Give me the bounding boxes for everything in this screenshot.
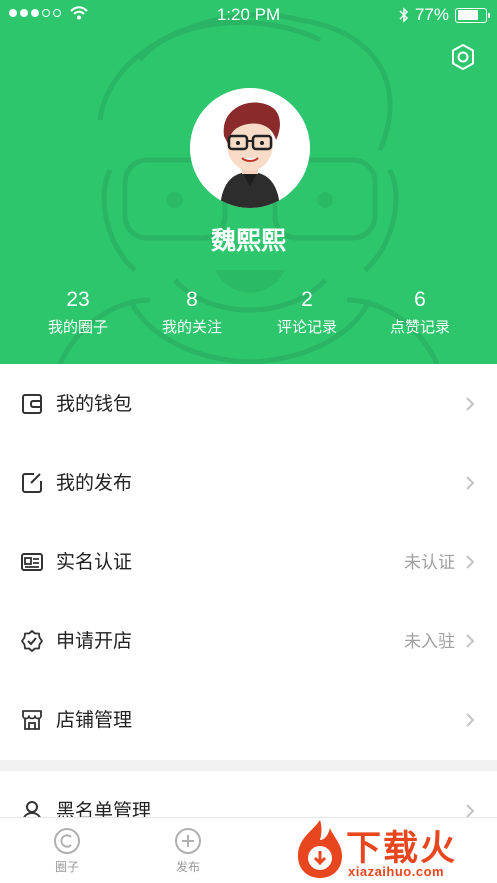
stat-label: 点赞记录 bbox=[389, 318, 450, 336]
menu-label: 申请开店 bbox=[56, 630, 133, 652]
tab-label: 圈子 bbox=[54, 860, 79, 874]
watermark: 下载火 xiazaihuo.com bbox=[290, 818, 497, 883]
bluetooth-icon bbox=[399, 7, 409, 23]
stat-label: 我的关注 bbox=[161, 318, 222, 336]
status-bar: 1:20 PM 77% bbox=[0, 0, 497, 30]
menu-value: 未入驻 bbox=[404, 632, 455, 652]
battery-level bbox=[457, 10, 479, 20]
settings-icon[interactable] bbox=[448, 42, 478, 72]
stat-value: 8 bbox=[186, 288, 198, 311]
avatar-cartoon-image bbox=[190, 88, 310, 208]
username: 魏熙熙 bbox=[210, 226, 286, 255]
tab-label: 发布 bbox=[175, 860, 200, 874]
menu-item-open-store[interactable]: 申请开店 未入驻 bbox=[0, 601, 497, 680]
edit-icon bbox=[22, 473, 42, 493]
battery-icon bbox=[455, 7, 490, 23]
menu-item-wallet[interactable]: 我的钱包 bbox=[0, 364, 497, 443]
menu-label: 我的钱包 bbox=[56, 393, 133, 415]
menu-item-store-management[interactable]: 店铺管理 bbox=[0, 680, 497, 759]
menu-item-real-name-verification[interactable]: 实名认证 未认证 bbox=[0, 522, 497, 601]
watermark-url: xiazaihuo.com bbox=[348, 864, 445, 879]
chevron-right-icon bbox=[466, 634, 475, 648]
battery-percent: 77% bbox=[414, 5, 449, 24]
menu-label: 店铺管理 bbox=[56, 709, 133, 731]
menu-label: 我的发布 bbox=[56, 472, 133, 494]
chevron-right-icon bbox=[466, 555, 475, 569]
menu-value: 未认证 bbox=[404, 553, 455, 573]
flame-logo-icon bbox=[298, 820, 342, 878]
stat-my-circles[interactable]: 23 我的圈子 bbox=[16, 287, 140, 338]
profile-header: 1:20 PM 77% 魏熙熙 23 我的圈子 8 我的关注 2 评论记录 6 … bbox=[0, 0, 497, 364]
store-icon bbox=[22, 710, 42, 730]
wallet-icon bbox=[22, 394, 42, 414]
stat-value: 2 bbox=[301, 288, 313, 311]
plus-circle-icon bbox=[175, 828, 201, 854]
stat-label: 我的圈子 bbox=[47, 318, 108, 336]
stat-value: 6 bbox=[414, 288, 426, 311]
chevron-right-icon bbox=[466, 476, 475, 490]
stat-my-follows[interactable]: 8 我的关注 bbox=[130, 287, 254, 338]
status-right: 77% bbox=[399, 5, 490, 25]
badge-check-icon bbox=[21, 630, 43, 652]
avatar[interactable] bbox=[190, 88, 310, 208]
chevron-right-icon bbox=[466, 713, 475, 727]
stat-value: 23 bbox=[66, 288, 90, 311]
chevron-right-icon bbox=[466, 397, 475, 411]
stat-like-history[interactable]: 6 点赞记录 bbox=[358, 287, 482, 338]
id-card-icon bbox=[21, 553, 43, 571]
profile-stats: 23 我的圈子 8 我的关注 2 评论记录 6 点赞记录 bbox=[0, 287, 497, 347]
circle-c-icon bbox=[54, 828, 80, 854]
menu-list: 我的钱包 我的发布 实名认证 未认证 申请开店 未入驻 店铺管理 bbox=[0, 364, 497, 760]
menu-item-my-posts[interactable]: 我的发布 bbox=[0, 443, 497, 522]
tab-circles[interactable]: 圈子 bbox=[32, 826, 102, 875]
menu-label: 实名认证 bbox=[56, 551, 133, 573]
stat-comment-history[interactable]: 2 评论记录 bbox=[245, 287, 369, 338]
stat-label: 评论记录 bbox=[276, 318, 337, 336]
tab-publish[interactable]: 发布 bbox=[153, 826, 223, 875]
